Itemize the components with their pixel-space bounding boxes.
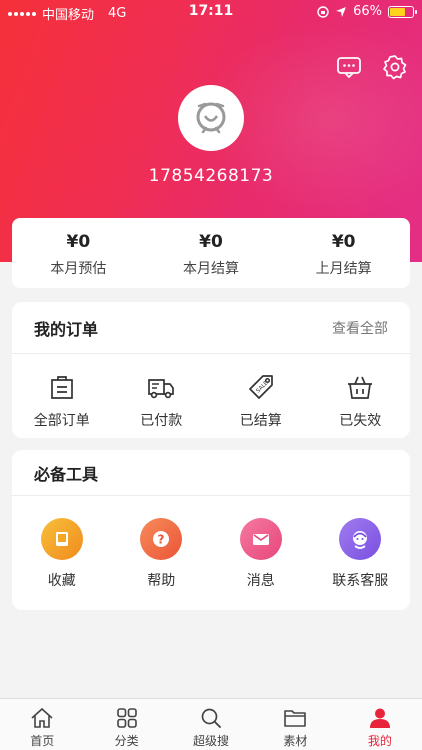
essential-tools-card: 必备工具 收藏 ? 帮助 消息 联系客服 [12, 450, 410, 610]
view-all-orders-link[interactable]: 查看全部 [332, 318, 388, 338]
section-title: 必备工具 [34, 464, 99, 484]
tab-material[interactable]: 素材 [253, 699, 337, 750]
battery-icon [388, 5, 417, 18]
home-icon [31, 707, 53, 728]
tab-category[interactable]: 分类 [84, 699, 168, 750]
order-item-label: 已结算 [239, 413, 282, 429]
stat-value: ¥0 [66, 232, 91, 252]
stat-label: 上月结算 [315, 261, 372, 277]
bottom-tab-bar: 首页 分类 超级搜 素材 我的 [0, 698, 422, 750]
stat-this-month-settled[interactable]: ¥0 本月结算 [145, 218, 278, 288]
earnings-summary: ¥0 本月预估 ¥0 本月结算 ¥0 上月结算 [12, 218, 410, 288]
stat-value: ¥0 [199, 232, 223, 252]
stat-this-month-estimate[interactable]: ¥0 本月预估 [12, 218, 145, 288]
support-agent-icon [339, 518, 382, 560]
stat-value: ¥0 [331, 232, 356, 252]
tab-home[interactable]: 首页 [0, 699, 84, 750]
tab-label: 素材 [283, 734, 308, 748]
grid-icon [116, 708, 137, 728]
tool-label: 帮助 [147, 573, 176, 589]
lock-rotation-icon [317, 5, 329, 18]
my-orders-card: 我的订单 查看全部 全部订单 已付款 SALE 已结算 已失效 [12, 302, 410, 438]
tool-label: 联系客服 [332, 573, 389, 589]
battery-percent: 66% [353, 4, 382, 19]
tab-super-search[interactable]: 超级搜 [169, 699, 253, 750]
tab-label: 首页 [30, 734, 55, 748]
tab-label: 超级搜 [193, 734, 230, 748]
tool-label: 收藏 [47, 573, 76, 589]
order-item-label: 已失效 [339, 413, 382, 429]
stat-label: 本月结算 [183, 261, 239, 277]
svg-text:?: ? [158, 533, 165, 547]
avatar[interactable] [178, 85, 244, 151]
tool-customer-service[interactable]: 联系客服 [311, 496, 411, 590]
basket-icon [348, 376, 373, 399]
search-icon [201, 708, 221, 728]
truck-icon [148, 379, 175, 399]
tool-favorites[interactable]: 收藏 [12, 496, 112, 590]
folder-icon [284, 710, 307, 727]
tools-header: 必备工具 [12, 450, 410, 496]
order-item-settled[interactable]: SALE 已结算 [211, 354, 311, 430]
status-bar: 中国移动 4G 17:11 66% [0, 0, 422, 24]
question-icon: ? [140, 518, 183, 560]
order-item-invalid[interactable]: 已失效 [311, 354, 411, 430]
bag-icon [50, 376, 73, 399]
order-item-paid[interactable]: 已付款 [112, 354, 212, 430]
book-icon [40, 518, 83, 560]
envelope-icon [239, 518, 282, 560]
tab-mine[interactable]: 我的 [338, 699, 422, 750]
default-avatar-icon [196, 102, 226, 134]
order-item-label: 已付款 [140, 413, 183, 429]
tool-messages[interactable]: 消息 [211, 496, 311, 590]
tool-label: 消息 [246, 573, 275, 589]
section-title: 我的订单 [34, 319, 99, 339]
user-phone-number: 17854268173 [148, 166, 274, 186]
tab-label: 我的 [367, 734, 392, 748]
stat-label: 本月预估 [50, 261, 107, 277]
orders-header: 我的订单 查看全部 [12, 302, 410, 354]
user-icon [369, 708, 390, 728]
order-item-label: 全部订单 [33, 413, 90, 429]
sale-tag-icon: SALE [248, 375, 273, 399]
location-arrow-icon [336, 6, 347, 17]
order-item-all[interactable]: 全部订单 [12, 354, 112, 430]
tab-label: 分类 [114, 734, 139, 748]
tool-help[interactable]: ? 帮助 [112, 496, 212, 590]
settings-gear-icon[interactable] [382, 54, 408, 80]
message-icon[interactable] [336, 54, 362, 80]
stat-last-month-settled[interactable]: ¥0 上月结算 [277, 218, 410, 288]
